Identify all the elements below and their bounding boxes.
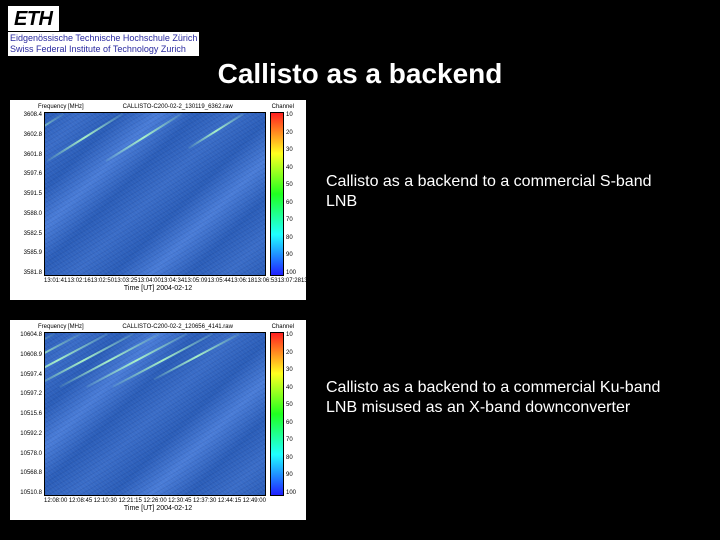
eth-logo: ETH (8, 6, 59, 31)
tick-label: 10578.0 (20, 451, 42, 457)
tick-label: 10597.2 (20, 391, 42, 397)
tick-label: 100 (286, 490, 302, 496)
caption-xband: Callisto as a backend to a commercial Ku… (326, 378, 686, 418)
tick-label: 50 (286, 182, 302, 188)
colorbar-ticks: 10 20 30 40 50 60 70 80 90 100 (284, 332, 302, 496)
x-axis-ticks: 13:01:4113:02:1613:02:5013:03:2513:04:00… (14, 276, 302, 284)
spectrogram-xband: Frequency [MHz] CALLISTO-C200-02-2_12065… (10, 320, 306, 520)
noise-texture (45, 113, 265, 275)
chart-header: Frequency [MHz] CALLISTO-C200-02-2_13011… (14, 104, 302, 112)
ylabel: Frequency [MHz] (38, 104, 84, 110)
tick-label: 10597.4 (20, 372, 42, 378)
heatmap-plot (44, 332, 266, 496)
tick-label: 90 (286, 472, 302, 478)
cbar-label: Channel (272, 104, 294, 110)
tick-label: 10515.6 (20, 411, 42, 417)
chart-filename: CALLISTO-C200-02-2_120656_4141.raw (122, 324, 233, 330)
tick-label: 13:06:53 (254, 278, 277, 284)
chart-filename: CALLISTO-C200-02-2_130119_6362.raw (123, 104, 233, 110)
tick-label: 10592.2 (20, 431, 42, 437)
tick-label: 50 (286, 402, 302, 408)
x-axis-label: Time [UT] 2004-02-12 (14, 504, 302, 512)
slide: ETH Eidgenössische Technische Hochschule… (0, 0, 720, 540)
tick-label: 3591.5 (24, 191, 42, 197)
tick-label: 3581.8 (24, 270, 42, 276)
tick-label: 13:02:50 (91, 278, 114, 284)
spectrogram-sband: Frequency [MHz] CALLISTO-C200-02-2_13011… (10, 100, 306, 300)
tick-label: 3597.6 (24, 171, 42, 177)
noise-texture (45, 333, 265, 495)
logo-sub-line1: Eidgenössische Technische Hochschule Zür… (10, 33, 197, 44)
tick-label: 10604.8 (20, 332, 42, 338)
tick-label: 10 (286, 332, 302, 338)
tick-label: 13:05:44 (208, 278, 231, 284)
tick-label: 13:04:00 (137, 278, 160, 284)
tick-label: 12:10:30 (94, 498, 117, 504)
tick-label: 10608.9 (20, 352, 42, 358)
tick-label: 10510.8 (20, 490, 42, 496)
tick-label: 10 (286, 112, 302, 118)
tick-label: 10568.8 (20, 470, 42, 476)
tick-label: 90 (286, 252, 302, 258)
colorbar-ticks: 10 20 30 40 50 60 70 80 90 100 (284, 112, 302, 276)
colorbar-gradient (270, 112, 284, 276)
colorbar-gradient (270, 332, 284, 496)
caption-sband: Callisto as a backend to a commercial S-… (326, 172, 686, 212)
y-axis-ticks: 3608.4 3602.8 3601.8 3597.6 3591.5 3588.0 3582… (14, 112, 44, 276)
tick-label: 3585.9 (24, 250, 42, 256)
tick-label: 30 (286, 147, 302, 153)
eth-logo-subtitle: Eidgenössische Technische Hochschule Zür… (8, 32, 199, 56)
tick-label: 60 (286, 420, 302, 426)
tick-label: 70 (286, 217, 302, 223)
tick-label: 12:08:00 (44, 498, 67, 504)
tick-label: 13:05:09 (184, 278, 207, 284)
colorbar (270, 112, 284, 276)
y-axis-ticks: 10604.8 10608.9 10597.4 10597.2 10515.6 10592… (14, 332, 44, 496)
tick-label: 3608.4 (24, 112, 42, 118)
x-axis-ticks: 12:08:0012:08:4512:10:3012:21:1512:26:00… (14, 496, 302, 504)
heatmap-plot (44, 112, 266, 276)
tick-label: 40 (286, 165, 302, 171)
slide-title: Callisto as a backend (0, 58, 720, 90)
tick-label: 30 (286, 367, 302, 373)
tick-label: 13:01:41 (44, 278, 67, 284)
tick-label: 100 (286, 270, 302, 276)
ylabel: Frequency [MHz] (38, 324, 84, 330)
tick-label: 12:21:15 (118, 498, 141, 504)
tick-label: 40 (286, 385, 302, 391)
tick-label: 60 (286, 200, 302, 206)
tick-label: 12:08:45 (69, 498, 92, 504)
tick-label: 70 (286, 437, 302, 443)
tick-label: 13:04:34 (161, 278, 184, 284)
tick-label: 13:08:37 (324, 278, 347, 284)
x-axis-label: Time [UT] 2004-02-12 (14, 284, 302, 292)
tick-label: 80 (286, 235, 302, 241)
tick-label: 12:49:00 (243, 498, 266, 504)
tick-label: 20 (286, 350, 302, 356)
tick-label: 20 (286, 130, 302, 136)
tick-label: 13:03:25 (114, 278, 137, 284)
tick-label: 3588.0 (24, 211, 42, 217)
tick-label: 12:44:15 (218, 498, 241, 504)
cbar-label: Channel (272, 324, 294, 330)
tick-label: 3601.8 (24, 152, 42, 158)
tick-label: 3582.5 (24, 231, 42, 237)
tick-label: 12:37:30 (193, 498, 216, 504)
tick-label: 12:26:00 (143, 498, 166, 504)
tick-label: 13:07:28 (278, 278, 301, 284)
tick-label: 13:06:18 (231, 278, 254, 284)
tick-label: 13:02:16 (67, 278, 90, 284)
tick-label: 12:30:45 (168, 498, 191, 504)
tick-label: 3602.8 (24, 132, 42, 138)
logo-sub-line2: Swiss Federal Institute of Technology Zu… (10, 44, 197, 55)
tick-label: 80 (286, 455, 302, 461)
chart-header: Frequency [MHz] CALLISTO-C200-02-2_12065… (14, 324, 302, 332)
colorbar (270, 332, 284, 496)
tick-label: 13:08:02 (301, 278, 324, 284)
